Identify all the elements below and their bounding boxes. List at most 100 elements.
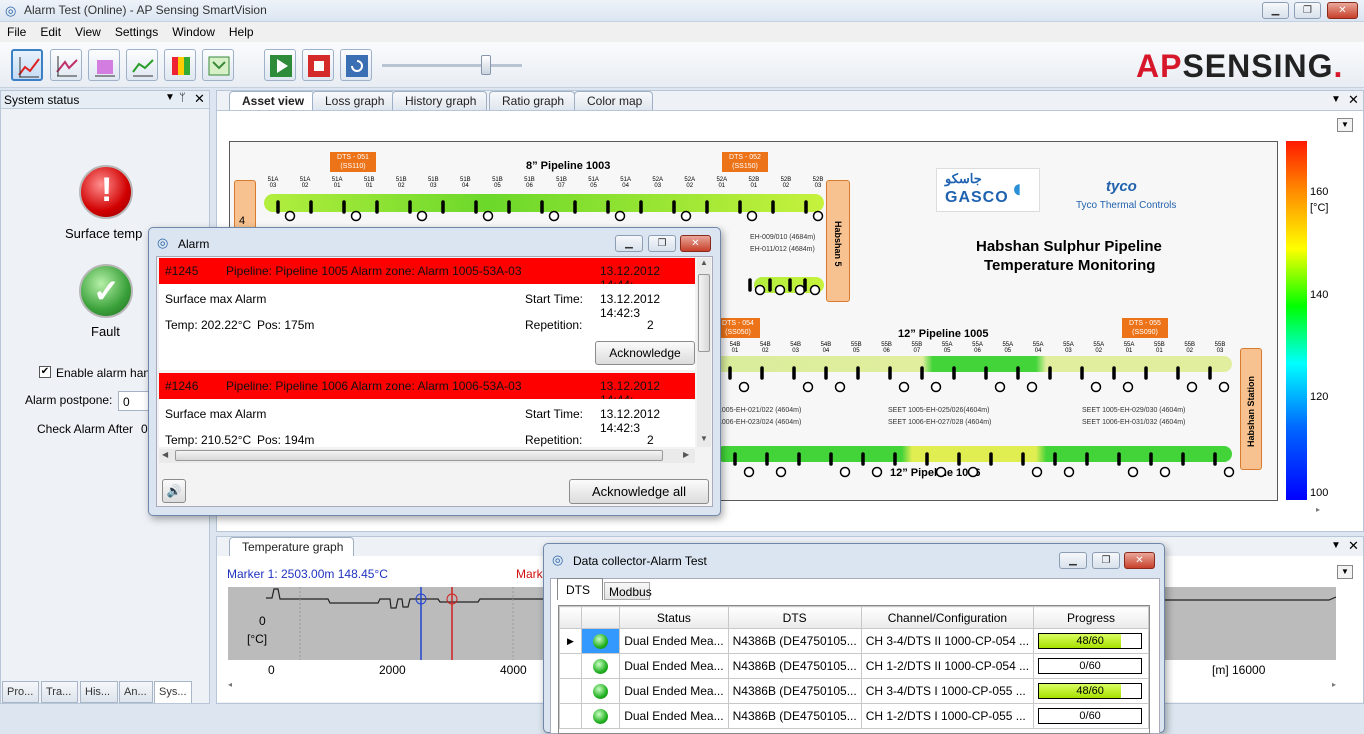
stop-icon	[308, 55, 330, 77]
zoom-slider-handle[interactable]	[481, 55, 491, 75]
alarm-maximize-button[interactable]: ❐	[648, 235, 676, 252]
status-ok-icon	[593, 683, 609, 699]
collector-tab-modbus[interactable]: Modbus	[604, 582, 652, 600]
enable-alarm-checkbox[interactable]: ✔	[39, 366, 51, 378]
alarm-row[interactable]: #1246 Pipeline: Pipeline 1006 Alarm zone…	[159, 373, 695, 407]
tab-history-graph[interactable]: History graph	[392, 91, 488, 110]
alarm-close-button[interactable]: ✕	[680, 235, 711, 252]
toolbar: APSENSING.	[0, 42, 1364, 88]
sound-toggle-button[interactable]: 🔊	[162, 479, 186, 503]
col-progress[interactable]: Progress	[1033, 606, 1149, 629]
alarm-minimize-button[interactable]: ▁	[615, 235, 643, 252]
alarm-type: Surface max Alarm	[165, 292, 267, 306]
collector-window-icon: ◎	[552, 552, 564, 567]
graph-options-button[interactable]: ▼	[1337, 565, 1353, 579]
col-status-icon	[580, 606, 621, 629]
menu-file[interactable]: File	[0, 22, 33, 39]
surface-temp-label: Surface temp	[65, 226, 143, 241]
sensor-circle	[1223, 466, 1235, 478]
graph-close-icon[interactable]: ✕	[1348, 538, 1359, 554]
row-status-icon-cell	[580, 653, 621, 679]
colorbar-tick-160: 160	[1310, 186, 1329, 198]
sensor-circle	[775, 466, 787, 478]
refresh-button[interactable]	[340, 49, 372, 81]
ratio-chart-icon	[132, 59, 154, 77]
alarm-row[interactable]: #1245 Pipeline: Pipeline 1005 Alarm zone…	[159, 258, 695, 292]
row-channel: CH 1-2/DTS II 1000-CP-054 ...	[860, 653, 1035, 679]
fault-ok-icon: ✓	[79, 264, 133, 318]
asset-options-button[interactable]: ▼	[1337, 118, 1353, 132]
panel-close-icon[interactable]: ✕	[194, 91, 205, 107]
start-button[interactable]	[264, 49, 296, 81]
sensor-circle	[1127, 466, 1139, 478]
tab-loss-graph[interactable]: Loss graph	[312, 91, 396, 110]
loss-view-button[interactable]	[50, 49, 82, 81]
loss-chart-icon	[56, 56, 78, 77]
alarm-hscroll-thumb[interactable]	[175, 450, 663, 461]
menu-bar: File Edit View Settings Window Help	[0, 22, 1364, 42]
tab-history[interactable]: His...	[80, 681, 118, 703]
tab-properties[interactable]: Pro...	[2, 681, 39, 703]
sensor-circle	[738, 381, 750, 393]
check-after-value[interactable]: 0	[141, 422, 148, 436]
table-row[interactable]: Dual Ended Mea... N4386B (DE4750105... CH …	[559, 703, 1149, 729]
row-progress-cell: 0/60	[1033, 653, 1149, 679]
sensor-circle	[839, 466, 851, 478]
tab-temperature-graph[interactable]: Temperature graph	[229, 537, 355, 556]
col-status[interactable]: Status	[619, 606, 729, 629]
main-menu-icon[interactable]: ▼	[1331, 94, 1341, 105]
row-status: Dual Ended Mea...	[619, 703, 729, 729]
tab-ratio-graph[interactable]: Ratio graph	[489, 91, 576, 110]
alarm-hscrollbar[interactable]: ◀ ▶	[159, 449, 695, 463]
graph-y-label: [°C]	[247, 632, 268, 646]
temperature-trace	[266, 587, 548, 660]
collector-close-button[interactable]: ✕	[1124, 552, 1155, 569]
pin-icon[interactable]: ᛘ	[179, 92, 186, 104]
table-row[interactable]: ▶ Dual Ended Mea... N4386B (DE4750105... CH…	[559, 628, 1149, 654]
menu-window[interactable]: Window	[165, 22, 222, 39]
compare-view-button[interactable]	[202, 49, 234, 81]
progress-bar: 0/60	[1038, 658, 1143, 674]
tab-asset-view[interactable]: Asset view	[229, 91, 316, 111]
panel-menu-icon[interactable]: ▼	[165, 92, 175, 103]
maximize-button[interactable]: ❐	[1294, 2, 1321, 19]
tab-analysis[interactable]: An...	[119, 681, 153, 703]
minimize-button[interactable]: ▁	[1262, 2, 1289, 19]
sensor-circle	[548, 210, 560, 222]
sensor-circle	[1186, 381, 1198, 393]
table-row[interactable]: Dual Ended Mea... N4386B (DE4750105... CH …	[559, 653, 1149, 679]
zoom-slider-track[interactable]	[382, 64, 522, 67]
col-dts[interactable]: DTS	[727, 606, 862, 629]
row-indicator	[559, 678, 582, 704]
history-view-button[interactable]	[88, 49, 120, 81]
graph-menu-icon[interactable]: ▼	[1331, 540, 1341, 551]
col-channel[interactable]: Channel/Configuration	[860, 606, 1035, 629]
tab-trace[interactable]: Tra...	[41, 681, 78, 703]
collector-tab-dts[interactable]: DTS	[557, 578, 603, 600]
collector-maximize-button[interactable]: ❐	[1092, 552, 1120, 569]
sensor-circle	[284, 210, 296, 222]
color-map-button[interactable]	[164, 49, 196, 81]
alarm-vscroll-thumb[interactable]	[698, 274, 710, 352]
main-close-icon[interactable]: ✕	[1348, 92, 1359, 108]
acknowledge-all-button[interactable]: Acknowledge all	[569, 479, 709, 504]
temperature-view-button[interactable]	[11, 49, 43, 81]
table-row[interactable]: Dual Ended Mea... N4386B (DE4750105... CH …	[559, 678, 1149, 704]
sensor-circle	[898, 381, 910, 393]
tab-color-map[interactable]: Color map	[574, 91, 654, 110]
acknowledge-button[interactable]: Acknowledge	[595, 341, 695, 365]
collector-minimize-button[interactable]: ▁	[1059, 552, 1087, 569]
stop-button[interactable]	[302, 49, 334, 81]
close-button[interactable]: ✕	[1327, 2, 1358, 19]
menu-view[interactable]: View	[68, 22, 108, 39]
alarm-vscrollbar[interactable]: ▲ ▼	[697, 258, 711, 447]
sensor-circle	[871, 466, 883, 478]
status-ok-icon	[593, 633, 609, 649]
menu-edit[interactable]: Edit	[33, 22, 68, 39]
menu-settings[interactable]: Settings	[108, 22, 165, 39]
menu-help[interactable]: Help	[222, 22, 261, 39]
colorbar-tick-140: 140	[1310, 289, 1329, 301]
tab-system[interactable]: Sys...	[154, 681, 192, 703]
sensor-circle	[834, 381, 846, 393]
ratio-view-button[interactable]	[126, 49, 158, 81]
